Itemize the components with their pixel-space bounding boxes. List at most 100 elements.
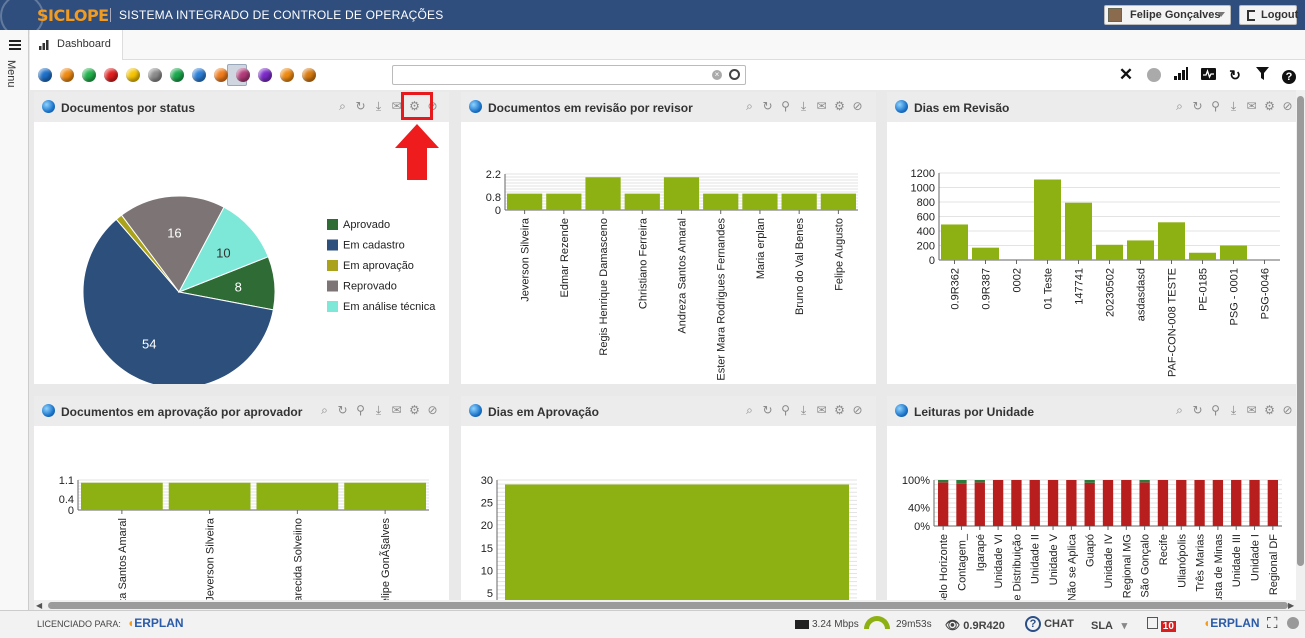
horizontal-scroll-thumb[interactable] <box>48 602 1288 609</box>
settings-icon[interactable]: ⚙ <box>1263 100 1276 113</box>
download-icon[interactable]: ⤓ <box>1227 404 1240 417</box>
mail-icon[interactable]: ✉ <box>815 404 828 417</box>
bar <box>781 193 817 210</box>
stacked-bar-segment <box>1139 480 1150 483</box>
revisao-bar-chart: 2.2 0.80 Jeverson Silveira Edmar Rezende Reg… <box>486 169 858 381</box>
block-icon[interactable]: ⊘ <box>851 404 864 417</box>
block-icon[interactable]: ⊘ <box>1281 100 1294 113</box>
color-filter-4[interactable] <box>104 68 118 82</box>
search-icon[interactable]: ⌕ <box>336 100 349 113</box>
color-filter-2[interactable] <box>60 68 74 82</box>
color-filter-9[interactable] <box>214 68 228 82</box>
x-tick-label: Maria erplan <box>755 218 767 279</box>
x-tick-label: elipe GonÃ§alves <box>379 518 392 602</box>
globe-icon <box>42 404 55 417</box>
refresh-icon[interactable]: ↻ <box>761 404 774 417</box>
tab-dashboard[interactable]: Dashboard <box>30 30 123 60</box>
logout-button[interactable]: Logout <box>1239 5 1298 25</box>
panel-tools: ⌕ ↻ ⚲ ⤓ ✉ ⚙ ⊘ <box>318 404 439 418</box>
color-filter-5[interactable] <box>126 68 140 82</box>
block-icon[interactable]: ⊘ <box>1281 404 1294 417</box>
color-filter-8[interactable] <box>192 68 206 82</box>
refresh-icon[interactable]: ↻ <box>1227 67 1243 83</box>
refresh-icon[interactable]: ↻ <box>354 100 367 113</box>
settings-icon[interactable]: ⚙ <box>833 100 846 113</box>
map-pin-icon[interactable]: ⚲ <box>1209 404 1222 417</box>
map-pin-icon[interactable]: ⚲ <box>779 100 792 113</box>
monitor-icon[interactable] <box>1200 67 1216 83</box>
help-icon[interactable]: ? <box>1281 67 1297 84</box>
bar <box>742 193 778 210</box>
vertical-scroll-thumb[interactable] <box>1297 96 1304 566</box>
stacked-bar-segment <box>1084 482 1095 526</box>
mail-icon[interactable]: ✉ <box>1245 404 1258 417</box>
block-icon[interactable]: ⊘ <box>426 404 439 417</box>
bar <box>81 482 163 510</box>
mail-icon[interactable]: ✉ <box>390 404 403 417</box>
search-input[interactable] <box>392 65 746 85</box>
download-icon[interactable]: ⤓ <box>797 404 810 417</box>
panel-documentos-por-status: Documentos por status ⌕ ↻ ⤓ ✉ ⚙ ⊘ 8 54 16 10 Apro… <box>34 92 449 384</box>
filter-icon[interactable] <box>1254 67 1270 83</box>
color-filter-11[interactable] <box>258 68 272 82</box>
bar-chart-icon[interactable] <box>1173 67 1189 83</box>
color-filter-3[interactable] <box>82 68 96 82</box>
top-bar: SICLOPE SISTEMA INTEGRADO DE CONTROLE DE… <box>0 0 1305 38</box>
panel-tools: ⌕ ↻ ⚲ ⤓ ✉ ⚙ ⊘ <box>743 404 864 418</box>
map-pin-icon[interactable]: ⚲ <box>354 404 367 417</box>
clear-filters-icon[interactable]: ✕ <box>1118 66 1134 83</box>
settings-icon[interactable]: ⚙ <box>1263 404 1276 417</box>
hamburger-menu-icon[interactable] <box>9 40 21 50</box>
sla-label: SLA <box>1091 620 1113 632</box>
search-icon[interactable] <box>729 69 740 80</box>
gray-status-icon[interactable] <box>1146 67 1162 83</box>
stacked-bar-segment <box>1011 480 1022 526</box>
color-filter-1[interactable] <box>38 68 52 82</box>
search-icon[interactable]: ⌕ <box>1173 100 1186 113</box>
download-icon[interactable]: ⤓ <box>372 404 385 417</box>
map-pin-icon[interactable]: ⚲ <box>779 404 792 417</box>
mail-icon[interactable]: ✉ <box>1245 100 1258 113</box>
stacked-bar-segment <box>1047 480 1059 526</box>
refresh-icon[interactable]: ↻ <box>1191 404 1204 417</box>
block-icon[interactable]: ⊘ <box>851 100 864 113</box>
search-icon[interactable]: ⌕ <box>318 404 331 417</box>
x-tick-label: Regis Henrique Damasceno <box>598 218 610 356</box>
mail-icon[interactable]: ✉ <box>815 100 828 113</box>
search-icon[interactable]: ⌕ <box>743 100 756 113</box>
color-filter-7[interactable] <box>170 68 184 82</box>
bar <box>1189 252 1216 260</box>
scroll-left-icon[interactable]: ◀ <box>36 601 42 610</box>
color-filter-13[interactable] <box>302 68 316 82</box>
app-logo[interactable]: SICLOPE <box>37 6 109 25</box>
user-menu-button[interactable]: Felipe Gonçalves <box>1104 5 1231 25</box>
pie-slice-label: 54 <box>142 337 156 352</box>
chat-button[interactable]: ? CHAT <box>1025 616 1074 632</box>
license-logo-text: ERPLAN <box>134 616 184 630</box>
menu-label[interactable]: Menu <box>5 60 17 88</box>
clear-search-icon[interactable]: × <box>712 70 722 80</box>
legend-swatch <box>327 260 338 271</box>
x-tick-label: Não se Aplica <box>1066 533 1078 601</box>
color-filter-6[interactable] <box>148 68 162 82</box>
settings-icon[interactable]: ⚙ <box>408 404 421 417</box>
download-icon[interactable]: ⤓ <box>372 100 385 113</box>
download-icon[interactable]: ⤓ <box>1227 100 1240 113</box>
color-filter-10[interactable] <box>236 68 250 82</box>
stacked-bar-segment <box>1066 480 1077 526</box>
search-icon[interactable]: ⌕ <box>743 404 756 417</box>
download-icon[interactable]: ⤓ <box>797 100 810 113</box>
pie-slice-label: 8 <box>235 279 242 294</box>
color-filter-12[interactable] <box>280 68 294 82</box>
scroll-right-icon[interactable]: ▶ <box>1288 601 1294 610</box>
notifications-button[interactable]: 10 <box>1147 617 1176 632</box>
bar <box>505 484 849 602</box>
refresh-icon[interactable]: ↻ <box>336 404 349 417</box>
sla-dropdown[interactable]: SLA ▾ <box>1091 619 1127 632</box>
settings-icon[interactable]: ⚙ <box>833 404 846 417</box>
fullscreen-icon[interactable]: ⛶ <box>1267 615 1278 632</box>
refresh-icon[interactable]: ↻ <box>1191 100 1204 113</box>
map-pin-icon[interactable]: ⚲ <box>1209 100 1222 113</box>
search-icon[interactable]: ⌕ <box>1173 404 1186 417</box>
refresh-icon[interactable]: ↻ <box>761 100 774 113</box>
